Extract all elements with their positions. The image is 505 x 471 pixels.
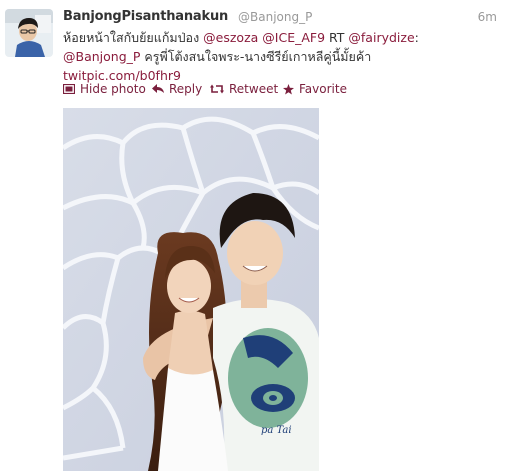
timestamp[interactable]: 6m xyxy=(478,10,497,24)
retweet-button[interactable]: Retweet xyxy=(210,82,278,96)
star-icon xyxy=(283,83,294,95)
favorite-label: Favorite xyxy=(299,82,347,96)
hide-photo-label: Hide photo xyxy=(80,82,146,96)
reply-label: Reply xyxy=(169,82,203,96)
photo-icon xyxy=(63,84,75,94)
display-name[interactable]: BanjongPisanthanakun xyxy=(63,9,228,24)
reply-button[interactable]: Reply xyxy=(152,82,202,96)
tweet-photo[interactable]: pa Tai xyxy=(63,108,319,471)
reply-icon xyxy=(152,84,164,94)
favorite-button[interactable]: Favorite xyxy=(283,82,347,96)
avatar-image xyxy=(5,9,53,57)
tweet-photo-image: pa Tai xyxy=(63,108,319,471)
tweet-text-plain: ครูพี่โต้งสนใจพระ-นางซีรีย์เกาหลีคู่นี้ม… xyxy=(140,49,372,64)
avatar[interactable] xyxy=(5,9,53,57)
retweet-label: Retweet xyxy=(229,82,279,96)
tweet-text-plain: RT xyxy=(325,30,349,45)
mention-link[interactable]: @fairydize xyxy=(348,30,414,45)
tweet-header: BanjongPisanthanakun @Banjong_P 6m xyxy=(63,9,499,27)
tweet-text-plain: ห้อยหน้าใสกับย้ยแก้มป่อง xyxy=(63,30,204,45)
retweet-icon xyxy=(210,84,224,94)
twitpic-link[interactable]: twitpic.com/b0fhr9 xyxy=(63,68,181,83)
hide-photo-button[interactable]: Hide photo xyxy=(63,82,146,96)
mention-link[interactable]: @Banjong_P xyxy=(63,49,140,64)
mention-link[interactable]: @ICE_AF9 xyxy=(262,30,325,45)
tweet-text: ห้อยหน้าใสกับย้ยแก้มป่อง @eszoza @ICE_AF… xyxy=(63,28,463,85)
tweet-text-plain: : xyxy=(414,30,419,45)
photo-overlay-text: pa Tai xyxy=(261,425,292,436)
mention-link[interactable]: @eszoza xyxy=(203,30,258,45)
username[interactable]: @Banjong_P xyxy=(238,10,312,24)
